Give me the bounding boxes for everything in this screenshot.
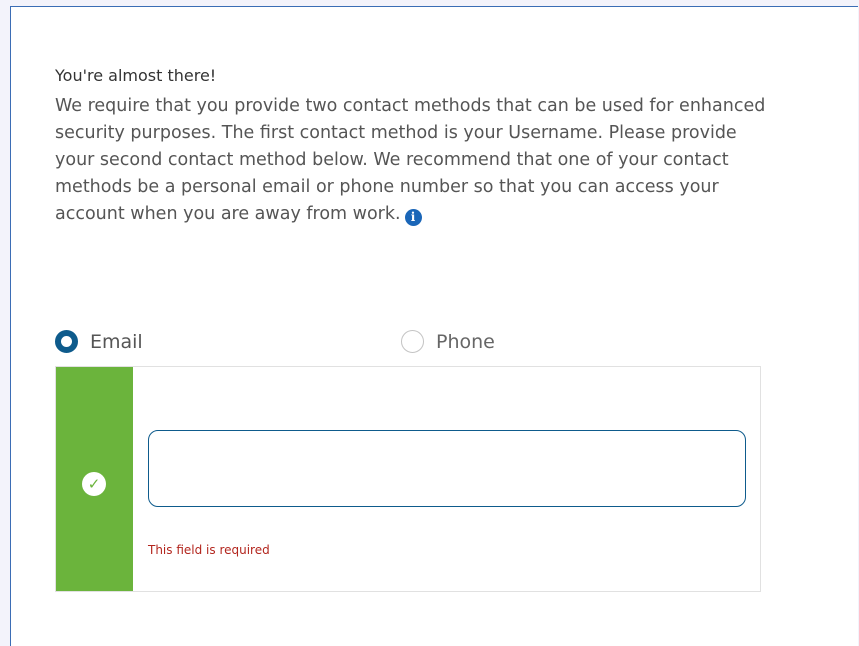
radio-option-email[interactable]: Email — [55, 330, 143, 353]
email-entry-card: ✓ This field is required — [55, 366, 761, 592]
email-input[interactable] — [148, 430, 746, 507]
contact-method-selector: Email Phone — [55, 330, 775, 358]
instructions-body: We require that you provide two contact … — [55, 96, 766, 224]
radio-label-email: Email — [90, 330, 143, 353]
radio-checked-icon[interactable] — [55, 330, 78, 353]
field-error-message: This field is required — [148, 543, 270, 557]
info-icon[interactable]: i — [404, 209, 422, 226]
instructions-text: We require that you provide two contact … — [55, 93, 770, 228]
validation-status-bar: ✓ — [56, 367, 133, 591]
page-headline: You're almost there! — [55, 66, 217, 85]
check-icon: ✓ — [82, 472, 106, 496]
radio-label-phone: Phone — [436, 330, 495, 353]
radio-unchecked-icon[interactable] — [401, 330, 424, 353]
radio-option-phone[interactable]: Phone — [401, 330, 495, 353]
